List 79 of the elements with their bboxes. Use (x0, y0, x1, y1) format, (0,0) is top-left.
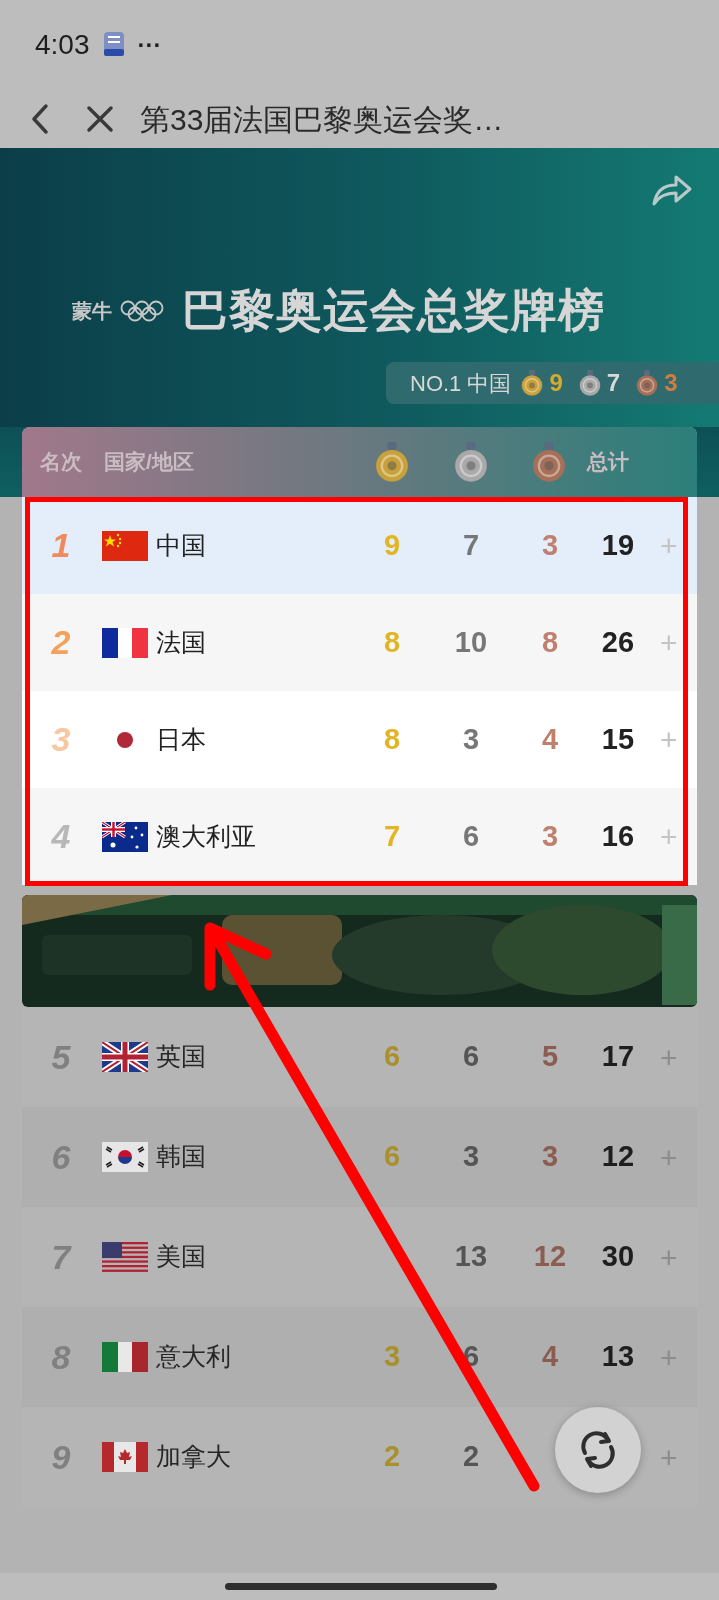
brand-logo: 蒙牛 (72, 298, 112, 324)
column-header: 总计 (587, 449, 629, 476)
column-header: 国家/地区 (104, 449, 194, 476)
country-name: 日本 (156, 723, 206, 755)
medal-count: 2 (462, 1439, 480, 1475)
medal-count: 2 (383, 1439, 401, 1475)
medal-count: 5 (541, 1039, 559, 1075)
medal-count: 7 (462, 527, 480, 563)
rank-number: 3 (51, 719, 71, 760)
medal-count: 3 (541, 1139, 559, 1175)
medal-count: 6 (383, 1139, 401, 1175)
medal-count: 9 (549, 368, 563, 398)
medal-count: 6 (383, 1039, 401, 1075)
medal-icon (521, 369, 544, 397)
medal-icon (578, 369, 601, 397)
table-row[interactable]: 3 日本 8 3 4 15 + (22, 691, 697, 788)
status-time: 4:03 (35, 28, 90, 62)
country-name: 法国 (156, 626, 206, 658)
rank-number: 1 (51, 525, 71, 566)
medal-count: 12 (533, 1239, 567, 1275)
table-row[interactable]: 2 法国 8 10 8 26 + (22, 594, 697, 691)
country-name: 中国 (156, 529, 206, 561)
total-count: 15 (601, 721, 635, 757)
medal-icon (532, 441, 566, 483)
total-count: 26 (601, 624, 635, 660)
flag-icon (102, 1442, 148, 1472)
total-count: 30 (601, 1239, 635, 1275)
flag-icon (102, 1042, 148, 1072)
total-count: 12 (601, 1139, 635, 1175)
medal-count: 4 (541, 1339, 559, 1375)
medal-count: 9 (383, 527, 401, 563)
flag-icon (102, 1142, 148, 1172)
page-title: 第33届法国巴黎奥运会奖… (140, 101, 504, 138)
total-count: 17 (601, 1039, 635, 1075)
table-row[interactable]: 4 澳大利亚 7 6 3 16 + (22, 788, 697, 885)
country-name: 意大利 (156, 1341, 231, 1373)
medal-count: 8 (383, 721, 401, 757)
medal-count: 3 (664, 368, 678, 398)
medal-count: 10 (454, 624, 488, 660)
more-indicator: ··· (137, 30, 162, 60)
medal-count: 3 (383, 1339, 401, 1375)
share-icon[interactable] (651, 173, 693, 207)
flag-icon (102, 1242, 148, 1272)
medal-count: 3 (541, 527, 559, 563)
medal-count: 3 (462, 721, 480, 757)
medal-icon (636, 369, 659, 397)
medal-count: 3 (541, 818, 559, 854)
medal-count: 13 (454, 1239, 488, 1275)
medal-icon (375, 441, 409, 483)
medal-count: 4 (541, 721, 559, 757)
rank-number: 2 (51, 622, 71, 663)
flag-icon (102, 1342, 148, 1372)
country-name: 澳大利亚 (156, 820, 256, 852)
leader-label: NO.1 中国 (410, 369, 512, 398)
flag-icon (102, 821, 148, 852)
total-count: 16 (601, 818, 635, 854)
country-name: 韩国 (156, 1141, 206, 1173)
total-count: 13 (601, 1339, 635, 1375)
medal-count: 8 (541, 624, 559, 660)
rank-number: 4 (51, 816, 71, 857)
medal-icon (454, 441, 488, 483)
medal-count: 7 (606, 368, 621, 398)
medal-count: 8 (383, 624, 401, 660)
table-row[interactable]: 1 中国 9 7 3 19 + (22, 497, 697, 594)
country-name: 英国 (156, 1041, 206, 1073)
total-count: 19 (601, 527, 635, 563)
country-name: 美国 (156, 1241, 206, 1273)
country-name: 加拿大 (156, 1441, 231, 1473)
medal-count: 6 (462, 818, 480, 854)
banner-title: 巴黎奥运会总奖牌榜 (182, 283, 605, 338)
medal-count: 6 (462, 1039, 480, 1075)
column-header: 名次 (40, 449, 82, 476)
medal-count: 3 (462, 1139, 480, 1175)
app-icon (101, 32, 126, 58)
flag-icon (102, 530, 148, 561)
olympic-rings-icon (120, 299, 164, 322)
close-icon[interactable] (86, 105, 114, 133)
medal-count: 7 (383, 818, 401, 854)
flag-icon (102, 627, 148, 658)
